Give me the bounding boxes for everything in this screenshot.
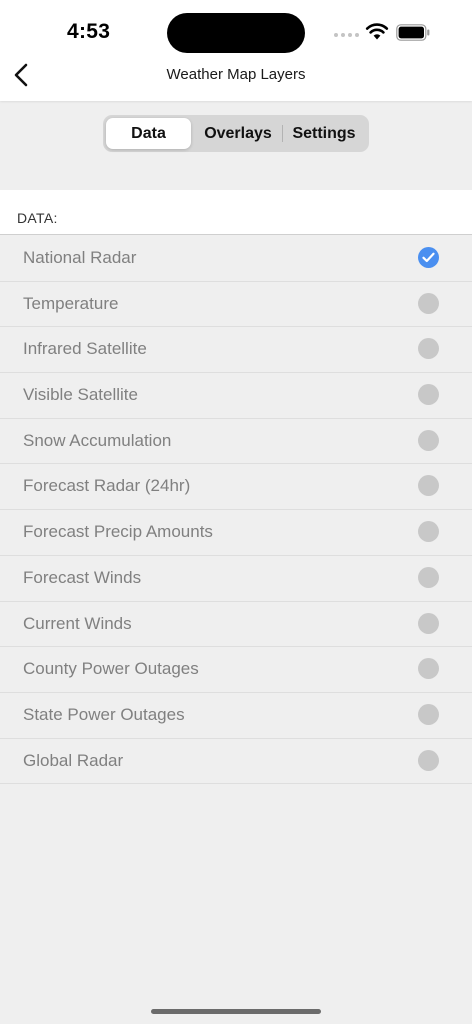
header: 4:53 Weather Map Layers bbox=[0, 0, 472, 101]
list-item-label: Global Radar bbox=[23, 750, 124, 770]
list-item-forecast-radar[interactable]: Forecast Radar (24hr) bbox=[0, 464, 472, 511]
tab-settings[interactable]: Settings bbox=[283, 115, 365, 152]
empty-circle-icon[interactable] bbox=[418, 338, 439, 360]
list-item-label: County Power Outages bbox=[23, 659, 199, 679]
list-item-label: National Radar bbox=[23, 248, 137, 267]
list-item-label: Visible Satellite bbox=[23, 385, 138, 405]
list-item-label: Temperature bbox=[23, 293, 119, 313]
weather-map-layers-screen: 4:53 Weather Map Layers Data Overlays Se… bbox=[0, 0, 472, 1024]
empty-circle-icon[interactable] bbox=[418, 292, 439, 314]
segmented-control: Data Overlays Settings bbox=[103, 115, 369, 152]
list-item-current-winds[interactable]: Current Winds bbox=[0, 602, 472, 648]
list-item-label: State Power Outages bbox=[23, 704, 185, 724]
section-header: DATA: bbox=[0, 190, 472, 235]
empty-circle-icon[interactable] bbox=[418, 521, 439, 543]
list-item-label: Forecast Precip Amounts bbox=[23, 522, 213, 542]
layer-list: National Radar Temperature Infrared Sate… bbox=[0, 236, 472, 785]
list-item-label: Current Winds bbox=[23, 613, 132, 633]
empty-circle-icon[interactable] bbox=[418, 703, 439, 725]
list-item-forecast-winds[interactable]: Forecast Winds bbox=[0, 556, 472, 602]
checkmark-circle-icon[interactable] bbox=[418, 247, 439, 268]
empty-circle-icon[interactable] bbox=[418, 749, 439, 771]
list-item-forecast-precip-amounts[interactable]: Forecast Precip Amounts bbox=[0, 510, 472, 556]
list-item-infrared-satellite[interactable]: Infrared Satellite bbox=[0, 327, 472, 374]
list-item-national-radar[interactable]: National Radar bbox=[0, 236, 472, 282]
home-indicator[interactable] bbox=[151, 1009, 321, 1014]
list-item-snow-accumulation[interactable]: Snow Accumulation bbox=[0, 419, 472, 465]
cellular-signal-icon bbox=[334, 33, 359, 37]
list-item-global-radar[interactable]: Global Radar bbox=[0, 739, 472, 785]
wifi-icon bbox=[365, 23, 389, 40]
list-item-county-power-outages[interactable]: County Power Outages bbox=[0, 647, 472, 693]
page-title: Weather Map Layers bbox=[166, 66, 306, 83]
list-item-label: Forecast Radar (24hr) bbox=[23, 476, 191, 496]
list-item-label: Snow Accumulation bbox=[23, 430, 172, 450]
dynamic-island bbox=[167, 13, 305, 53]
empty-circle-icon[interactable] bbox=[418, 475, 439, 497]
empty-circle-icon[interactable] bbox=[418, 384, 439, 406]
list-item-label: Infrared Satellite bbox=[23, 339, 147, 359]
tab-data[interactable]: Data bbox=[106, 118, 191, 149]
list-item-temperature[interactable]: Temperature bbox=[0, 282, 472, 328]
list-item-label: Forecast Winds bbox=[23, 567, 142, 587]
status-time: 4:53 bbox=[67, 20, 111, 43]
battery-icon bbox=[396, 24, 430, 41]
list-item-state-power-outages[interactable]: State Power Outages bbox=[0, 693, 472, 739]
section-title: DATA: bbox=[17, 210, 58, 226]
tab-overlays[interactable]: Overlays bbox=[195, 115, 281, 152]
empty-circle-icon[interactable] bbox=[418, 429, 439, 451]
list-item-visible-satellite[interactable]: Visible Satellite bbox=[0, 373, 472, 419]
empty-circle-icon[interactable] bbox=[418, 566, 439, 588]
empty-circle-icon[interactable] bbox=[418, 612, 439, 634]
empty-circle-icon[interactable] bbox=[418, 658, 439, 680]
